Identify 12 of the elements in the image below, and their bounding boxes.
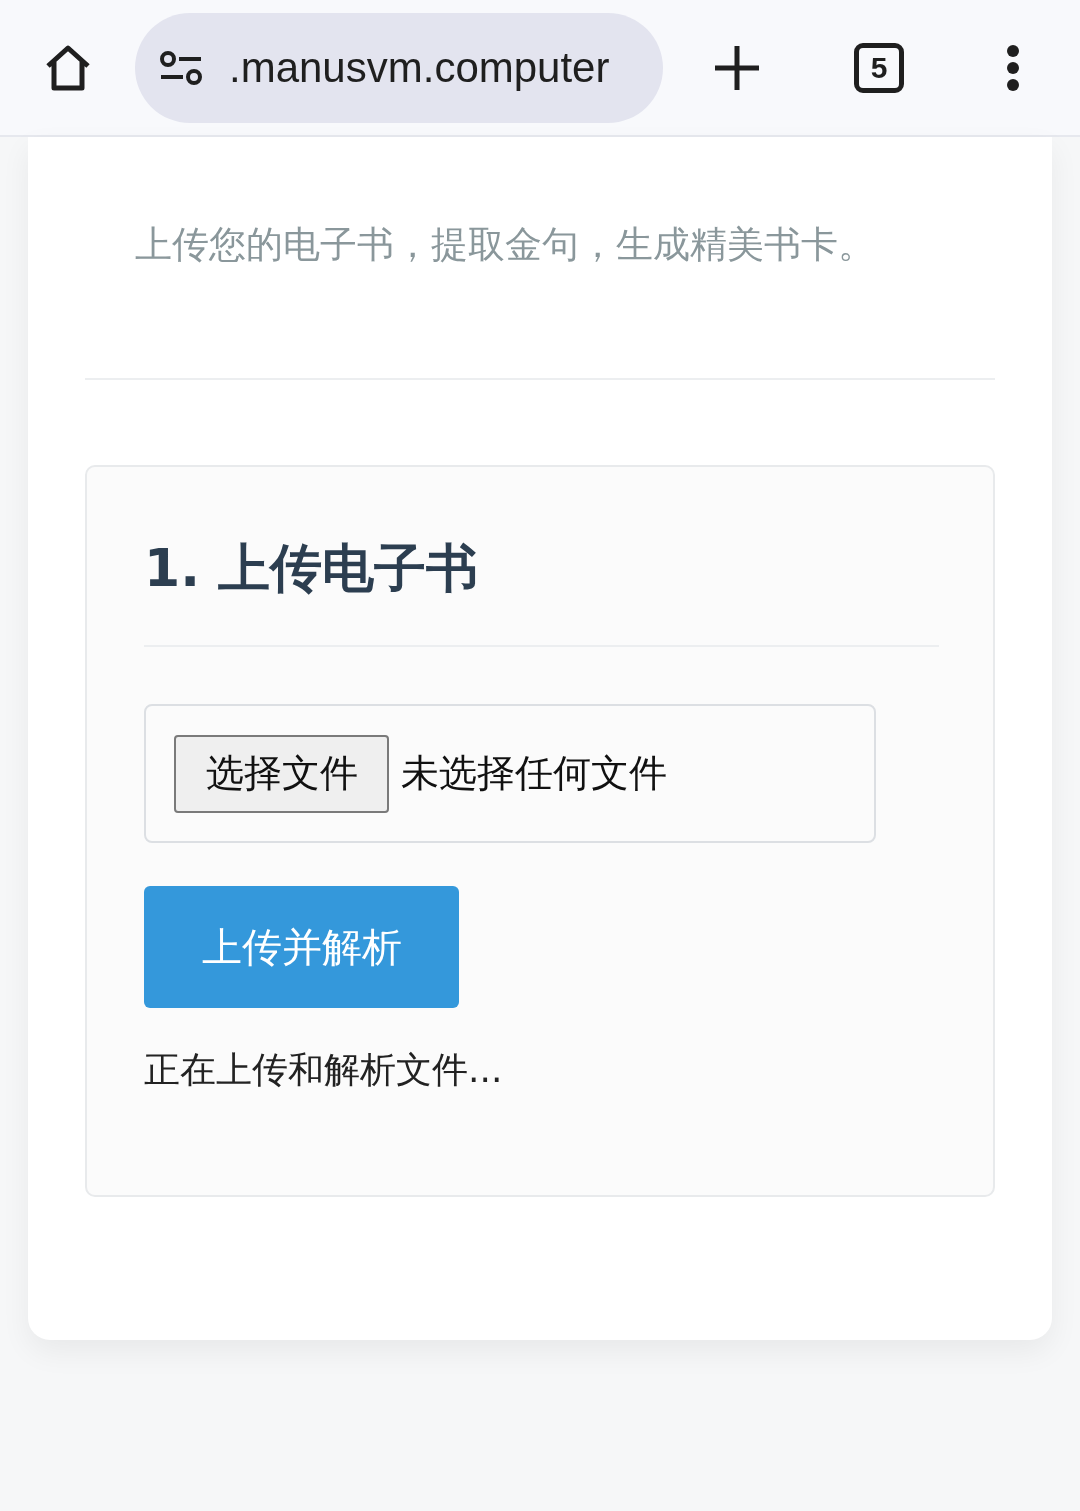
site-settings-icon[interactable] [159,50,203,85]
address-bar[interactable]: .manusvm.computer [135,12,663,123]
menu-icon[interactable] [1006,43,1020,92]
file-status-text: 未选择任何文件 [401,750,667,797]
subtitle-text: 上传您的电子书，提取金句，生成精美书卡。 [135,222,876,268]
file-input[interactable]: 选择文件 未选择任何文件 [144,704,876,843]
new-tab-icon[interactable] [713,43,761,92]
section-title: 1. 上传电子书 [144,537,479,600]
url-text: .manusvm.computer [229,43,610,92]
status-text: 正在上传和解析文件... [144,1048,503,1092]
tab-count-button[interactable]: 5 [854,42,904,93]
choose-file-button[interactable]: 选择文件 [174,734,389,813]
